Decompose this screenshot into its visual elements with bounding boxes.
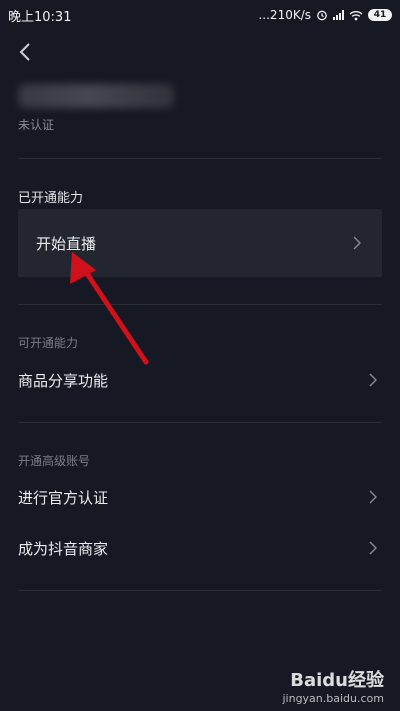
chevron-left-icon	[19, 43, 30, 61]
become-merchant-row[interactable]: 成为抖音商家	[18, 526, 382, 570]
divider	[18, 304, 382, 305]
watermark-domain: jingyan.baidu.com	[282, 692, 384, 705]
blurred-username	[18, 84, 174, 108]
product-share-row[interactable]: 商品分享功能	[18, 358, 382, 402]
battery-icon: 41	[368, 9, 392, 21]
chevron-right-icon	[369, 490, 377, 504]
start-live-label: 开始直播	[36, 234, 97, 253]
section-title-enabled: 已开通能力	[18, 191, 84, 206]
baidu-watermark: Baidu经验 jingyan.baidu.com	[282, 666, 384, 705]
watermark-brand: Baidu经验	[282, 666, 384, 692]
chevron-right-icon	[353, 236, 361, 250]
official-verify-label: 进行官方认证	[18, 488, 109, 507]
net-speed: ...210K/s	[258, 8, 311, 22]
product-share-label: 商品分享功能	[18, 371, 109, 390]
alarm-icon	[317, 10, 327, 21]
wifi-icon	[349, 10, 363, 20]
status-bar: 晚上10:31 ...210K/s 41	[0, 0, 400, 30]
status-indicators: ...210K/s 41	[258, 8, 392, 22]
signal-icon	[333, 10, 344, 20]
start-live-row[interactable]: 开始直播	[18, 209, 382, 277]
chevron-right-icon	[369, 541, 377, 555]
watermark-brand-text: Baidu经验	[290, 670, 384, 691]
become-merchant-label: 成为抖音商家	[18, 539, 109, 558]
status-time: 晚上10:31	[8, 9, 72, 25]
section-title-available: 可开通能力	[18, 336, 79, 350]
section-title-advanced: 开通高级账号	[18, 454, 91, 468]
verify-status: 未认证	[18, 118, 55, 132]
back-button[interactable]	[14, 38, 36, 66]
divider	[18, 590, 382, 591]
official-verify-row[interactable]: 进行官方认证	[18, 475, 382, 519]
chevron-right-icon	[369, 373, 377, 387]
divider	[18, 422, 382, 423]
divider	[18, 158, 382, 159]
